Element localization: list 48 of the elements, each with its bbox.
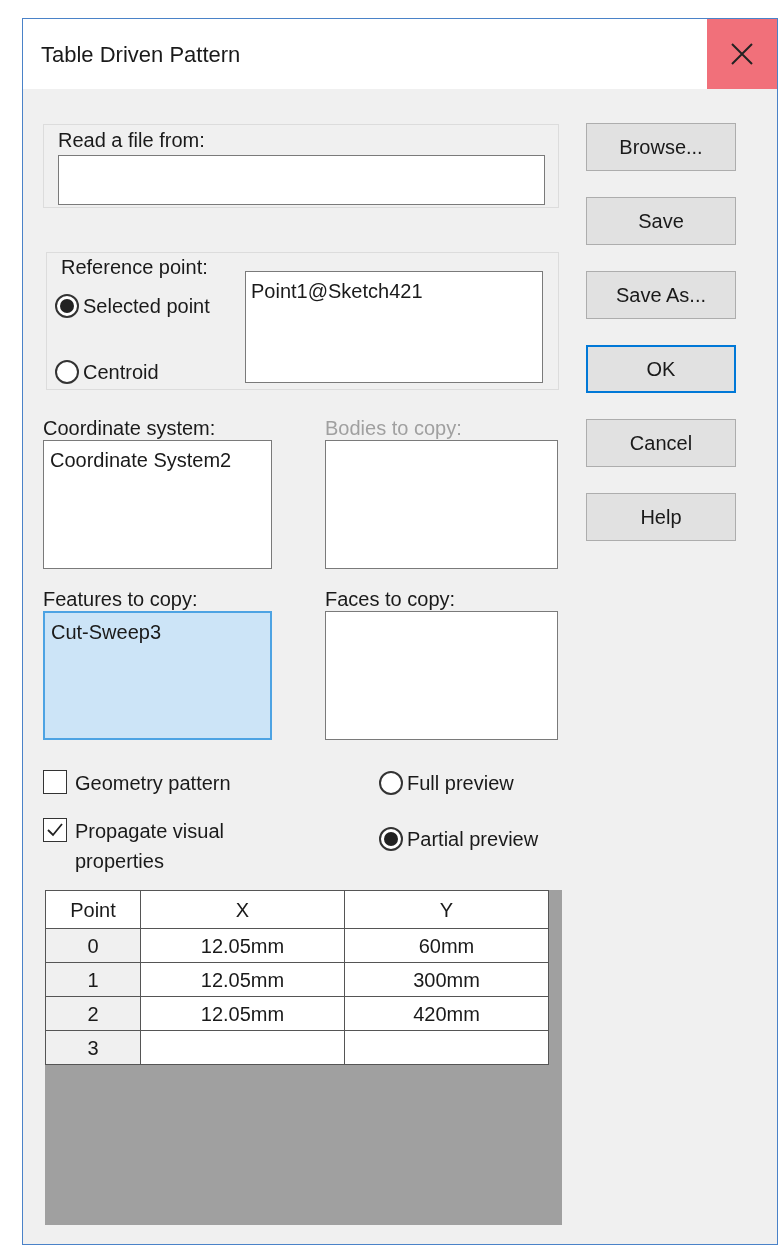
list-box[interactable]: Coordinate System2 <box>43 440 272 569</box>
list-label: Faces to copy: <box>325 589 457 609</box>
list-item[interactable]: Cut-Sweep3 <box>51 617 264 647</box>
window-title: Table Driven Pattern <box>41 40 241 69</box>
check-icon <box>46 822 64 838</box>
checkbox[interactable] <box>43 770 67 794</box>
list-box[interactable]: Cut-Sweep3 <box>43 611 272 740</box>
column-header[interactable]: X <box>140 890 345 929</box>
dialog-button[interactable]: Save As... <box>586 271 736 319</box>
radio-label: Centroid <box>83 360 159 385</box>
column-header[interactable]: Y <box>344 890 549 929</box>
group-label: Read a file from: <box>58 128 206 153</box>
radio-button[interactable] <box>379 771 403 795</box>
checkbox-label: Geometry pattern <box>75 771 232 796</box>
table-cell: 60mm <box>344 928 549 963</box>
radio-label: Partial preview <box>407 827 539 852</box>
close-button[interactable] <box>707 19 777 89</box>
reference-point-field[interactable]: Point1@Sketch421 <box>245 271 543 383</box>
dialog-button[interactable]: Cancel <box>586 419 736 467</box>
row-header: 3 <box>45 1030 141 1065</box>
radio-button[interactable] <box>55 360 79 384</box>
radio-button[interactable] <box>55 294 79 318</box>
list-item[interactable]: Coordinate System2 <box>50 445 265 475</box>
radio-button[interactable] <box>379 827 403 851</box>
row-header: 2 <box>45 996 141 1031</box>
row-header: 0 <box>45 928 141 963</box>
radio-label: Selected point <box>83 294 210 319</box>
dialog-button[interactable]: Help <box>586 493 736 541</box>
checkbox[interactable] <box>43 818 67 842</box>
radio-label: Full preview <box>407 771 514 796</box>
list-box[interactable] <box>325 611 558 740</box>
group-label: Reference point: <box>61 256 208 278</box>
list-label: Features to copy: <box>43 589 199 609</box>
checkbox-label: Propagate visual properties <box>75 819 225 874</box>
list-label: Bodies to copy: <box>325 418 463 438</box>
column-header[interactable]: Point <box>45 890 141 929</box>
dialog-button[interactable]: OK <box>586 345 736 393</box>
table-cell: 12.05mm <box>140 996 345 1031</box>
file-path-field[interactable] <box>58 155 545 205</box>
row-header: 1 <box>45 962 141 997</box>
close-icon <box>731 43 753 65</box>
list-label: Coordinate system: <box>43 418 217 438</box>
dialog-button[interactable]: Browse... <box>586 123 736 171</box>
table-cell: 420mm <box>344 996 549 1031</box>
table-cell: 12.05mm <box>140 962 345 997</box>
dialog-button[interactable]: Save <box>586 197 736 245</box>
table-cell: 12.05mm <box>140 928 345 963</box>
table-cell: 300mm <box>344 962 549 997</box>
